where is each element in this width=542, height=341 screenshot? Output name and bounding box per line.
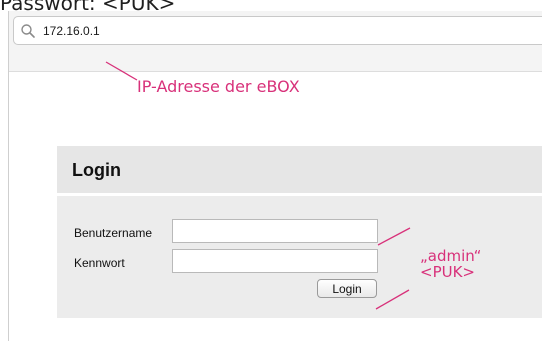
username-label: Benutzername [74,226,153,240]
address-bar: 172.16.0.1 [9,11,542,72]
login-title: Login [72,160,121,180]
login-button[interactable]: Login [317,279,377,298]
username-field[interactable] [172,219,378,243]
ip-annotation: IP-Adresse der eBOX [137,77,300,96]
password-annotation: <PUK> [420,263,475,281]
login-header: Login [57,146,542,196]
search-icon [21,24,35,38]
url-text[interactable]: 172.16.0.1 [43,24,100,38]
username-annotation: „admin“ [420,247,482,265]
url-field[interactable]: 172.16.0.1 [13,16,542,45]
login-panel: Login Benutzername Kennwort Login [57,146,542,318]
password-field[interactable] [172,249,378,273]
password-label: Kennwort [74,256,125,270]
